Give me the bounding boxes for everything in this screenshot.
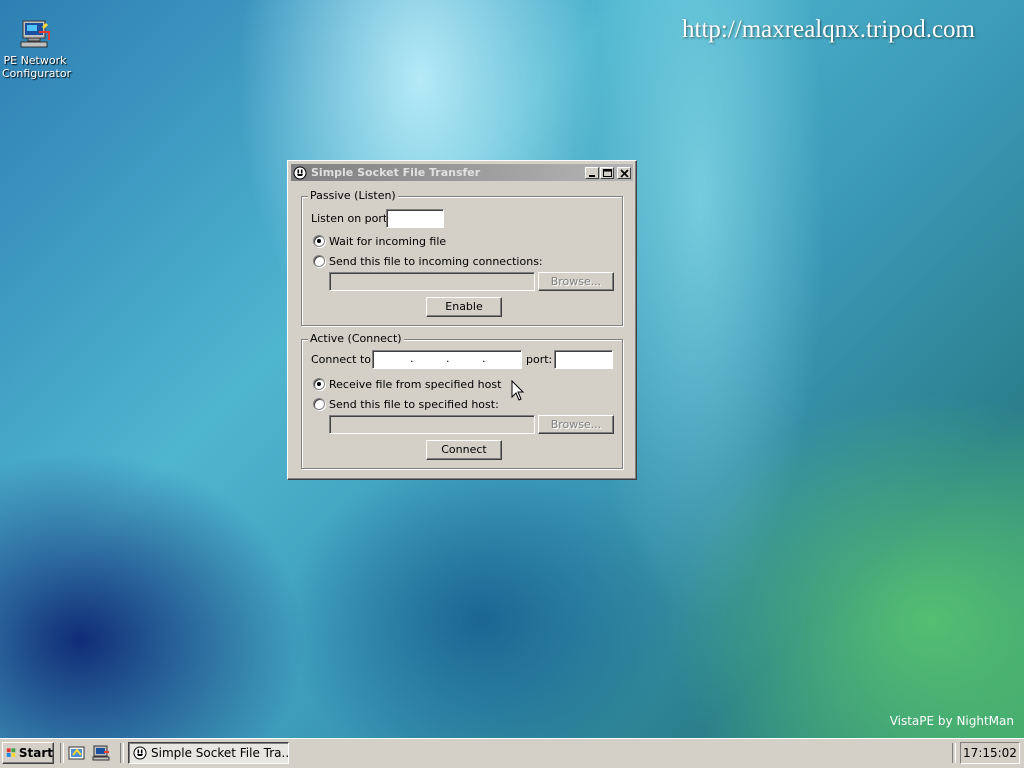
network-configurator-icon bbox=[19, 18, 51, 50]
passive-file-input[interactable] bbox=[329, 272, 535, 291]
network-quicklaunch-icon[interactable] bbox=[92, 744, 110, 762]
ip-dot-1: . bbox=[410, 352, 414, 365]
receive-host-radio[interactable] bbox=[313, 378, 325, 390]
socket-app-icon bbox=[293, 166, 307, 179]
taskbar-separator bbox=[60, 743, 64, 763]
maximize-button[interactable] bbox=[600, 166, 614, 179]
desktop-url-text: http://maxrealqnx.tripod.com bbox=[682, 16, 975, 43]
active-file-input[interactable] bbox=[329, 415, 535, 434]
ip-address-input[interactable]: . . . bbox=[372, 350, 522, 369]
taskbar-item-socket-file-transfer[interactable]: Simple Socket File Tra... bbox=[128, 742, 289, 764]
listen-port-input[interactable] bbox=[386, 209, 444, 228]
connect-button[interactable]: Connect bbox=[426, 440, 502, 460]
active-group: Active (Connect) Connect to: . . . port:… bbox=[301, 332, 623, 469]
minimize-button[interactable] bbox=[585, 166, 599, 179]
ip-dot-2: . bbox=[446, 352, 450, 365]
minimize-icon bbox=[589, 174, 595, 177]
passive-group: Passive (Listen) Listen on port: Wait fo… bbox=[301, 189, 623, 326]
passive-group-label: Passive (Listen) bbox=[308, 189, 398, 202]
active-group-label: Active (Connect) bbox=[308, 332, 404, 345]
receive-host-label: Receive file from specified host bbox=[329, 378, 502, 391]
taskbar-item-label: Simple Socket File Tra... bbox=[151, 746, 289, 760]
close-icon bbox=[620, 168, 629, 178]
window-titlebar[interactable]: Simple Socket File Transfer bbox=[291, 164, 633, 181]
window-title: Simple Socket File Transfer bbox=[311, 166, 481, 179]
send-incoming-radio[interactable] bbox=[313, 255, 325, 267]
active-port-input[interactable] bbox=[554, 350, 613, 369]
tray-separator bbox=[952, 743, 956, 763]
desktop-icon-pe-network-configurator[interactable]: PE Network Configurator bbox=[2, 18, 72, 80]
listen-port-label: Listen on port: bbox=[311, 212, 391, 225]
send-incoming-label: Send this file to incoming connections: bbox=[329, 255, 543, 268]
taskbar: Start Simple Socket File Tra... 17:15:02 bbox=[0, 738, 1024, 768]
show-desktop-icon[interactable] bbox=[68, 744, 86, 762]
enable-button[interactable]: Enable bbox=[426, 297, 502, 317]
send-host-label: Send this file to specified host: bbox=[329, 398, 499, 411]
wait-incoming-radio[interactable] bbox=[313, 235, 325, 247]
socket-file-transfer-window: Simple Socket File Transfer Passive (Lis… bbox=[287, 160, 637, 480]
close-button[interactable] bbox=[617, 166, 631, 179]
active-browse-button[interactable]: Browse... bbox=[538, 415, 614, 434]
maximize-icon bbox=[603, 168, 612, 177]
connect-to-label: Connect to: bbox=[311, 353, 375, 366]
desktop-icon-label: PE Network Configurator bbox=[2, 54, 72, 80]
ip-dot-3: . bbox=[482, 352, 486, 365]
desktop-brand-text: VistaPE by NightMan bbox=[889, 714, 1014, 728]
system-clock: 17:15:02 bbox=[960, 742, 1020, 764]
wait-incoming-label: Wait for incoming file bbox=[329, 235, 447, 248]
start-button[interactable]: Start bbox=[2, 742, 54, 764]
windows-flag-icon bbox=[6, 748, 16, 757]
start-label: Start bbox=[18, 746, 53, 760]
active-port-label: port: bbox=[526, 353, 553, 366]
passive-browse-button[interactable]: Browse... bbox=[538, 272, 614, 291]
send-host-radio[interactable] bbox=[313, 398, 325, 410]
taskbar-separator bbox=[120, 743, 124, 763]
socket-app-icon bbox=[133, 746, 147, 760]
mouse-cursor-icon bbox=[511, 380, 525, 401]
